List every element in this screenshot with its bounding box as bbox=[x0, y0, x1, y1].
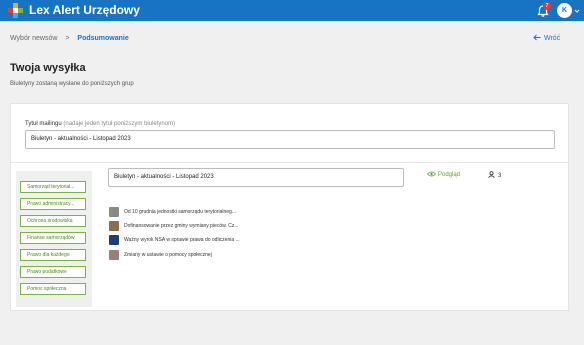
group-button[interactable]: Prawo administracy... bbox=[20, 198, 86, 210]
recipients-count-value: 3 bbox=[498, 173, 502, 179]
bulletin-title-input[interactable]: Biuletyn - aktualności - Listopad 2023 bbox=[108, 168, 404, 187]
back-button[interactable]: Wróć bbox=[533, 34, 560, 43]
notification-badge: 7 bbox=[543, 2, 551, 10]
mailing-title-label: Tytuł mailingu (nadaje jeden tytuł poniż… bbox=[25, 120, 175, 128]
card-divider bbox=[11, 162, 568, 163]
group-button[interactable]: Finanse samorządów bbox=[20, 232, 86, 244]
mailing-label-hint: (nadaje jeden tytuł poniższym biuletynom… bbox=[63, 121, 176, 127]
group-button[interactable]: Prawo dla każdego bbox=[20, 249, 86, 261]
group-button[interactable]: Ochrona środowiska bbox=[20, 215, 86, 227]
group-list: Samorząd terytorial... Prawo administrac… bbox=[16, 171, 92, 307]
preview-button[interactable]: Podgląd bbox=[426, 171, 461, 179]
preview-label: Podgląd bbox=[438, 172, 461, 178]
breadcrumb-separator: > bbox=[65, 35, 70, 42]
user-icon bbox=[488, 171, 495, 178]
chevron-down-icon[interactable] bbox=[574, 8, 580, 14]
article-title: Zmiany w ustawie o pomocy społecznej bbox=[124, 252, 212, 258]
avatar[interactable]: K bbox=[557, 3, 572, 18]
mailing-title-input[interactable]: Biuletyn - aktualności - Listopad 2023 bbox=[25, 130, 555, 149]
recipients-count: 3 bbox=[488, 171, 501, 180]
article-thumbnail bbox=[109, 235, 119, 245]
eye-icon bbox=[426, 171, 437, 177]
top-bar: Lex Alert Urzędowy 7 K bbox=[0, 0, 584, 21]
lex-logo-icon bbox=[8, 3, 23, 18]
group-button[interactable]: Prawo podatkowe bbox=[20, 266, 86, 278]
article-thumbnail bbox=[109, 250, 119, 260]
group-button[interactable]: Samorząd terytorial... bbox=[20, 181, 86, 193]
article-thumbnail bbox=[109, 221, 119, 231]
article-title: Od 10 grudnia jednostki samorządu teryto… bbox=[124, 209, 237, 215]
arrow-left-icon bbox=[533, 34, 541, 41]
article-title: Dofinansowanie przez gminy wymiany piecó… bbox=[124, 223, 239, 229]
group-button[interactable]: Pomoc społeczna bbox=[20, 283, 86, 295]
back-label: Wróć bbox=[544, 35, 561, 42]
page-subtitle: Biuletyny zostaną wysłane do poniższych … bbox=[10, 81, 134, 87]
mailing-label-text: Tytuł mailingu bbox=[25, 121, 62, 127]
summary-card: Tytuł mailingu (nadaje jeden tytuł poniż… bbox=[10, 103, 569, 311]
article-thumbnail bbox=[109, 207, 119, 217]
article-title: Ważny wyrok NSA w sprawie prawa do odlic… bbox=[124, 237, 240, 243]
breadcrumb: Wybór newsów > Podsumowanie bbox=[10, 34, 129, 43]
breadcrumb-item-news[interactable]: Wybór newsów bbox=[10, 35, 57, 42]
app-title: Lex Alert Urzędowy bbox=[29, 3, 140, 17]
breadcrumb-item-summary: Podsumowanie bbox=[77, 35, 129, 42]
page-title: Twoja wysyłka bbox=[10, 62, 86, 74]
